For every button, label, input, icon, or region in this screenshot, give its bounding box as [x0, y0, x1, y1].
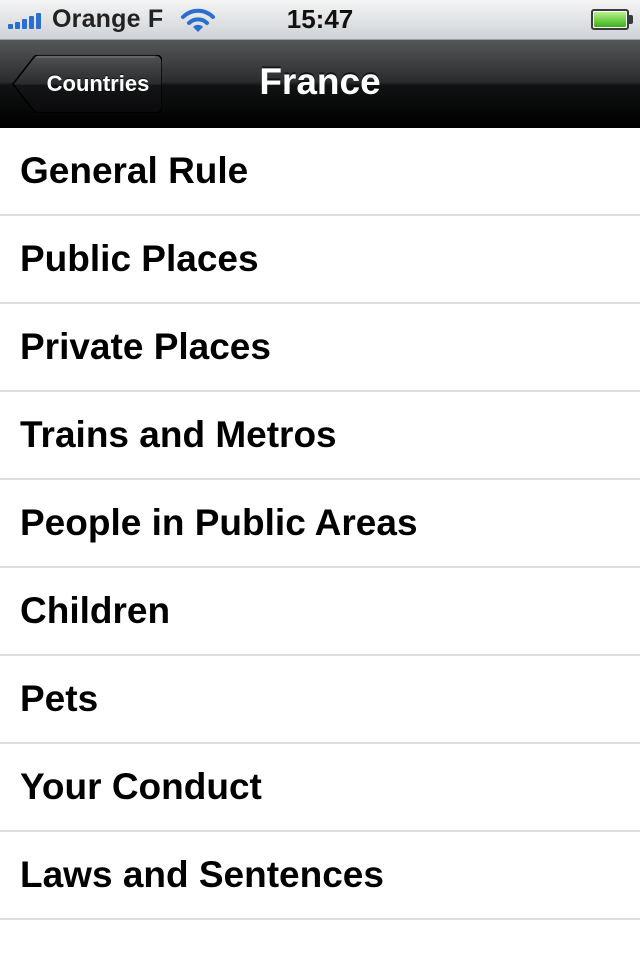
list-item-label: General Rule [20, 150, 249, 191]
list-item-laws-and-sentences[interactable]: Laws and Sentences [0, 832, 640, 920]
list-item-children[interactable]: Children [0, 568, 640, 656]
list-item-label: Children [20, 590, 171, 631]
list-item-your-conduct[interactable]: Your Conduct [0, 744, 640, 832]
page-title: France [259, 61, 381, 102]
clock: 15:47 [286, 4, 354, 34]
list-item-label: Private Places [20, 326, 271, 367]
battery-icon [591, 9, 633, 30]
list-item-label: Trains and Metros [20, 414, 337, 455]
status-bar: Orange F 15:47 [0, 0, 640, 40]
list-item-pets[interactable]: Pets [0, 656, 640, 744]
back-button[interactable]: Countries [12, 55, 162, 113]
navigation-bar: Countries France [0, 40, 640, 128]
list-item-private-places[interactable]: Private Places [0, 304, 640, 392]
topics-list: General Rule Public Places Private Place… [0, 128, 640, 960]
list-item-trains-and-metros[interactable]: Trains and Metros [0, 392, 640, 480]
list-item-label: Public Places [20, 238, 259, 279]
list-item-label: People in Public Areas [20, 502, 418, 543]
back-button-label: Countries [46, 71, 150, 96]
list-item-label: Your Conduct [20, 766, 262, 807]
list-item-label: Pets [20, 678, 99, 719]
list-item-people-in-public-areas[interactable]: People in Public Areas [0, 480, 640, 568]
list-item-label: Laws and Sentences [20, 854, 384, 895]
list-item-public-places[interactable]: Public Places [0, 216, 640, 304]
list-item-general-rule[interactable]: General Rule [0, 128, 640, 216]
